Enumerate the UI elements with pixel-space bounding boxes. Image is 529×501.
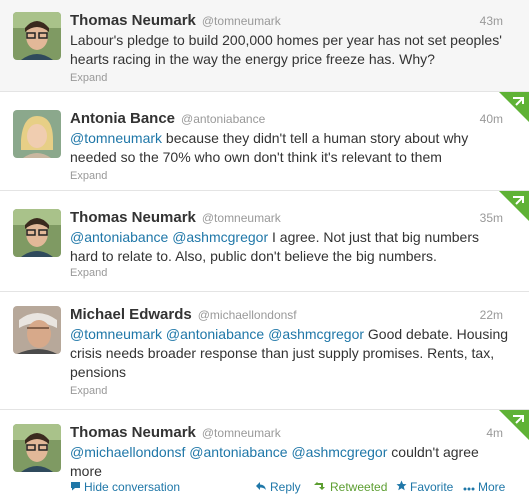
reply-arrow-icon <box>256 482 266 490</box>
avatar[interactable] <box>13 12 61 60</box>
retweeted-label: Retweeted <box>330 480 388 494</box>
conversation-timeline: Thomas Neumark @tomneumark 43m Labour's p… <box>0 0 529 501</box>
tweet-text-segment: Labour's pledge to build 200,000 homes p… <box>70 32 502 67</box>
tweet-text: @tomneumark @antoniabance @ashmcgregor G… <box>70 325 510 382</box>
tweet-text: @michaellondonsf @antoniabance @ashmcgre… <box>70 443 510 481</box>
timestamp[interactable]: 43m <box>480 14 503 28</box>
expand-link[interactable]: Expand <box>70 170 107 182</box>
author-name[interactable]: Thomas Neumark @tomneumark <box>70 209 281 226</box>
timestamp[interactable]: 22m <box>480 308 503 322</box>
mention-link[interactable]: @ashmcgregor <box>172 229 268 245</box>
tweet[interactable]: Thomas Neumark @tomneumark 43m Labour's p… <box>0 0 529 92</box>
avatar[interactable] <box>13 424 61 472</box>
author-handle[interactable]: @tomneumark <box>202 14 281 28</box>
avatar[interactable] <box>13 209 61 257</box>
tweet-text: @tomneumark because they didn't tell a h… <box>70 129 510 167</box>
author-name-text[interactable]: Thomas Neumark <box>70 12 196 29</box>
author-name-text[interactable]: Thomas Neumark <box>70 424 196 441</box>
hide-conversation-link[interactable]: Hide conversation <box>70 480 180 494</box>
mention-link[interactable]: @tomneumark <box>70 326 162 342</box>
author-name-text[interactable]: Michael Edwards <box>70 306 192 323</box>
expand-link[interactable]: Expand <box>70 267 107 279</box>
dots-icon <box>463 487 475 491</box>
more-button[interactable]: More <box>463 480 505 494</box>
retweet-button[interactable]: Retweeted <box>313 480 387 494</box>
expand-link[interactable]: Expand <box>70 385 107 397</box>
tweet-text: Labour's pledge to build 200,000 homes p… <box>70 31 510 69</box>
author-handle[interactable]: @antoniabance <box>181 112 265 126</box>
reply-label: Reply <box>270 480 301 494</box>
author-name[interactable]: Antonia Bance @antoniabance <box>70 110 265 127</box>
author-name[interactable]: Thomas Neumark @tomneumark <box>70 424 281 441</box>
author-handle[interactable]: @tomneumark <box>202 211 281 225</box>
avatar[interactable] <box>13 306 61 354</box>
author-name[interactable]: Thomas Neumark @tomneumark <box>70 12 281 29</box>
mention-link[interactable]: @antoniabance <box>166 326 264 342</box>
tweet[interactable]: Antonia Bance @antoniabance 40m @tomneuma… <box>0 92 529 191</box>
retweet-icon <box>314 482 325 490</box>
retweet-corner-icon <box>499 410 529 440</box>
favorite-label: Favorite <box>410 480 454 494</box>
mention-link[interactable]: @michaellondonsf <box>70 444 185 460</box>
more-label: More <box>478 480 506 494</box>
timestamp[interactable]: 4m <box>486 426 503 440</box>
tweet-text: @antoniabance @ashmcgregor I agree. Not … <box>70 228 510 266</box>
hide-conversation-label: Hide conversation <box>84 480 181 494</box>
expand-link[interactable]: Expand <box>70 72 107 84</box>
mention-link[interactable]: @antoniabance <box>70 229 168 245</box>
reply-button[interactable]: Reply <box>255 480 301 494</box>
author-handle[interactable]: @tomneumark <box>202 426 281 440</box>
mention-link[interactable]: @ashmcgregor <box>268 326 364 342</box>
mention-link[interactable]: @antoniabance <box>189 444 287 460</box>
speech-bubble-icon <box>71 482 80 491</box>
avatar[interactable] <box>13 110 61 158</box>
tweet[interactable]: Michael Edwards @michaellondonsf 22m @tom… <box>0 292 529 410</box>
mention-link[interactable]: @tomneumark <box>70 130 162 146</box>
author-name[interactable]: Michael Edwards @michaellondonsf <box>70 306 297 323</box>
mention-link[interactable]: @ashmcgregor <box>291 444 387 460</box>
retweet-corner-icon <box>499 92 529 122</box>
retweet-corner-icon <box>499 191 529 221</box>
timestamp[interactable]: 40m <box>480 112 503 126</box>
author-handle[interactable]: @michaellondonsf <box>198 308 297 322</box>
author-name-text[interactable]: Thomas Neumark <box>70 209 196 226</box>
favorite-button[interactable]: Favorite <box>396 480 453 494</box>
tweet[interactable]: Thomas Neumark @tomneumark 35m @antoniaba… <box>0 191 529 292</box>
author-name-text[interactable]: Antonia Bance <box>70 110 175 127</box>
timestamp[interactable]: 35m <box>480 211 503 225</box>
star-icon <box>396 480 407 491</box>
